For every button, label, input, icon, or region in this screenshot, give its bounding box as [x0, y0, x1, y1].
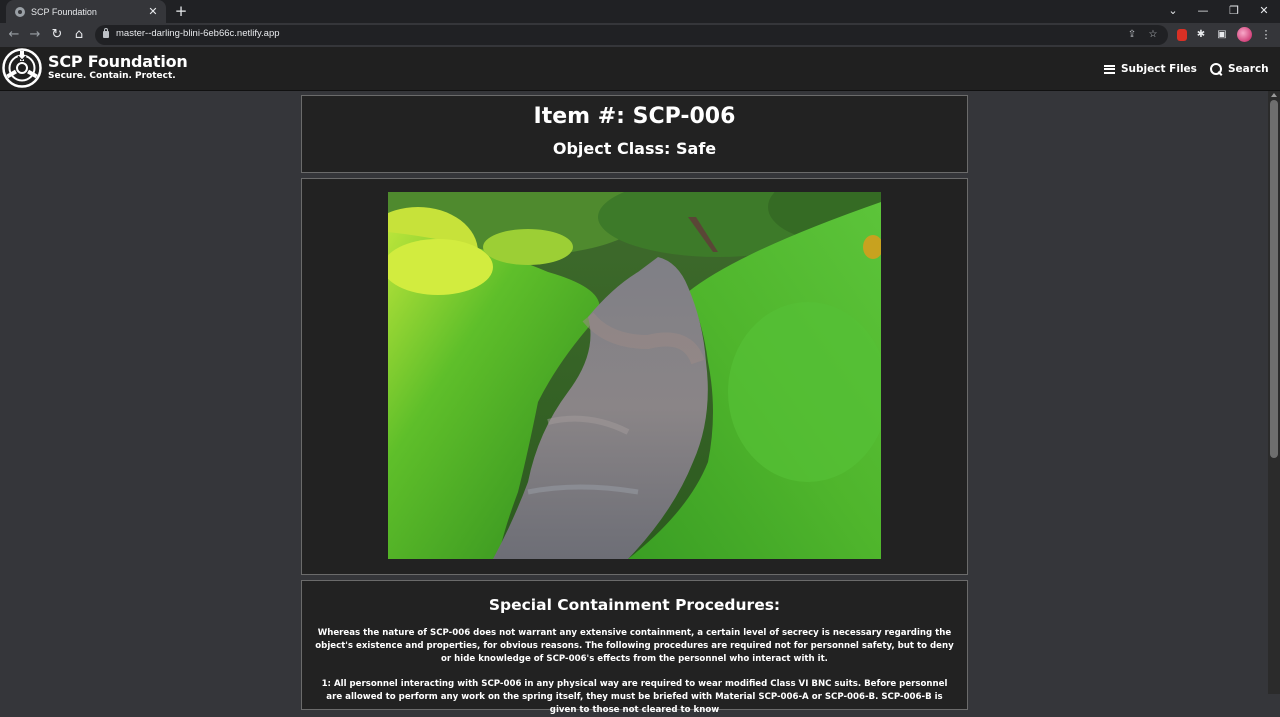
tab-search-chevron-icon[interactable]: ⌄	[1158, 0, 1188, 23]
item-image-panel	[301, 178, 968, 575]
object-class: Object Class: Safe	[552, 139, 717, 158]
brand-title[interactable]: SCP Foundation	[48, 52, 188, 71]
subject-files-label: Subject Files	[1121, 63, 1197, 75]
extension-red-icon[interactable]	[1177, 29, 1187, 41]
search-label: Search	[1228, 63, 1269, 75]
minimize-button[interactable]: —	[1188, 0, 1218, 23]
extensions-puzzle-icon[interactable]: ✱	[1193, 27, 1209, 43]
globe-icon	[15, 6, 25, 17]
close-window-button[interactable]: ✕	[1249, 0, 1279, 23]
subject-files-link[interactable]: Subject Files	[1104, 61, 1197, 77]
tab-title: SCP Foundation	[31, 6, 97, 17]
brand-tagline: Secure. Contain. Protect.	[48, 71, 176, 81]
address-bar[interactable]: master--darling-blini-6eb66c.netlify.app…	[95, 25, 1168, 45]
side-panel-icon[interactable]: ▣	[1214, 27, 1230, 43]
tab-close-icon[interactable]: ✕	[146, 5, 160, 19]
scrollbar-thumb[interactable]	[1270, 100, 1278, 458]
back-button[interactable]: ←	[5, 26, 23, 44]
profile-avatar[interactable]	[1237, 27, 1252, 42]
item-number: Item #: SCP-006	[533, 104, 736, 129]
procedures-paragraph: Whereas the nature of SCP-006 does not w…	[315, 628, 954, 664]
new-tab-button[interactable]: +	[172, 2, 190, 20]
containment-procedures-panel: Special Containment Procedures: Whereas …	[301, 580, 968, 715]
browser-tab[interactable]: SCP Foundation ✕	[6, 0, 166, 23]
procedures-heading: Special Containment Procedures:	[488, 596, 781, 614]
page-scrollbar[interactable]	[1268, 91, 1280, 694]
browser-toolbar: ← → ↻ ⌂ master--darling-blini-6eb66c.net…	[0, 23, 1280, 47]
home-button[interactable]: ⌂	[70, 26, 88, 44]
restore-button[interactable]: ❐	[1219, 0, 1249, 23]
lock-icon[interactable]	[103, 28, 109, 38]
browser-menu-icon[interactable]: ⋮	[1258, 27, 1274, 43]
procedures-paragraph: 1: All personnel interacting with SCP-00…	[321, 679, 948, 715]
scp-006-stream-image	[388, 192, 881, 559]
reload-button[interactable]: ↻	[48, 26, 66, 44]
site-header: SCP Foundation Secure. Contain. Protect.…	[0, 47, 1280, 91]
search-icon	[1210, 63, 1222, 75]
search-link[interactable]: Search	[1210, 61, 1269, 77]
scroll-up-arrow-icon[interactable]	[1271, 93, 1277, 97]
bookmark-star-icon[interactable]: ☆	[1145, 27, 1161, 43]
item-title-panel: Item #: SCP-006 Object Class: Safe	[301, 95, 968, 173]
hamburger-menu-icon	[1104, 64, 1115, 74]
scp-logo-icon[interactable]	[2, 48, 42, 88]
share-icon[interactable]: ⇪	[1124, 27, 1140, 43]
browser-tabstrip: SCP Foundation ✕ + ⌄ — ❐ ✕	[0, 0, 1280, 23]
url-text[interactable]: master--darling-blini-6eb66c.netlify.app	[116, 28, 280, 39]
forward-button[interactable]: →	[26, 26, 44, 44]
